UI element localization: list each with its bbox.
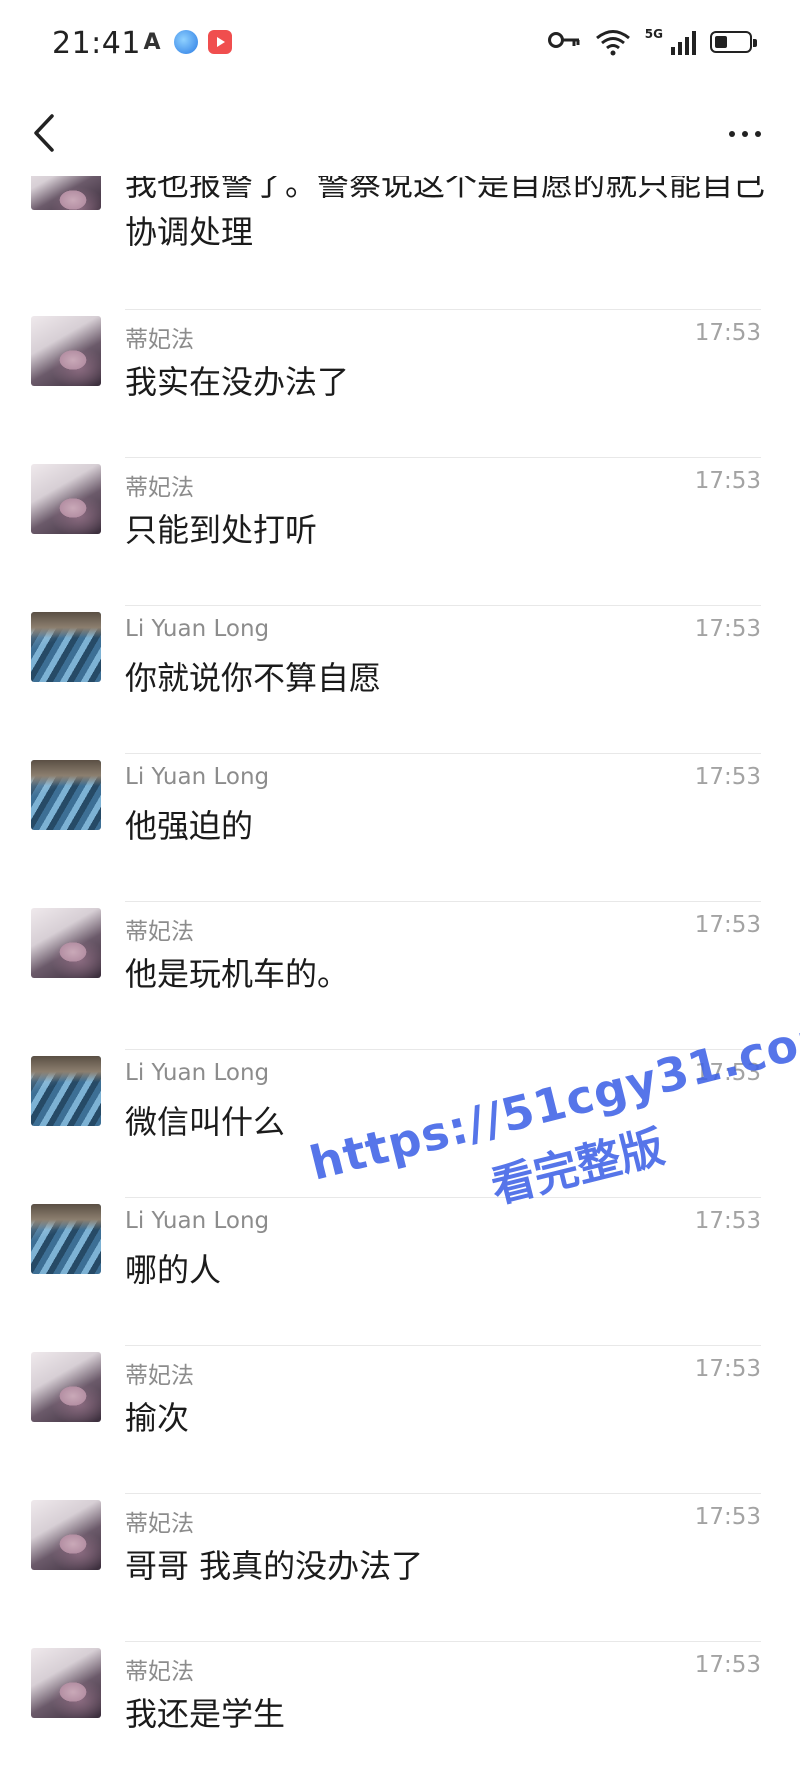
message-text: 我实在没办法了: [125, 363, 350, 401]
status-bar: 21:41 A 5G: [0, 0, 800, 92]
message-time: 17:53: [694, 1060, 761, 1086]
message-item: Li Yuan Long 17:53 你就说你不算自愿: [0, 606, 800, 754]
key-icon: [547, 28, 581, 56]
battery-icon: [710, 31, 757, 53]
avatar[interactable]: [31, 760, 101, 830]
message-text: 只能到处打听: [125, 511, 318, 549]
avatar[interactable]: [31, 1056, 101, 1126]
avatar[interactable]: [31, 1500, 101, 1570]
message-item: Li Yuan Long 17:53 微信叫什么: [0, 1050, 800, 1198]
system-icons: 5G: [547, 27, 757, 56]
message-item: Li Yuan Long 17:53 他强迫的: [0, 754, 800, 902]
status-time: 21:41: [52, 26, 141, 61]
message-item: 蒂妃法 17:53 他是玩机车的。: [0, 902, 800, 1050]
message-time: 17:53: [694, 616, 761, 642]
network-type-label: 5G: [644, 27, 663, 41]
more-dots-icon: [729, 131, 735, 137]
message-time: 17:53: [694, 1652, 761, 1678]
more-button[interactable]: [720, 112, 770, 156]
message-text: 我也报警了。警察说这个是自愿的就只能自己协调处理: [125, 176, 766, 251]
message-time: 17:53: [694, 1504, 761, 1530]
cell-signal-icon: [671, 29, 696, 55]
message-time: 17:53: [694, 1356, 761, 1382]
sender-name: 蒂妃法: [125, 475, 194, 501]
message-item: 蒂妃法 17:53 揄次: [0, 1346, 800, 1494]
video-app-icon: [208, 30, 232, 54]
avatar[interactable]: [31, 1648, 101, 1718]
avatar[interactable]: [31, 1204, 101, 1274]
sender-name: 蒂妃法: [125, 1659, 194, 1685]
chevron-left-icon: [34, 114, 54, 152]
message-text: 他是玩机车的。: [125, 955, 350, 993]
message-time: 17:53: [694, 320, 761, 346]
avatar[interactable]: [31, 176, 101, 210]
sender-name: Li Yuan Long: [125, 1208, 270, 1234]
avatar[interactable]: [31, 612, 101, 682]
sender-name: Li Yuan Long: [125, 764, 270, 790]
message-text: 微信叫什么: [125, 1103, 286, 1141]
sender-name: 蒂妃法: [125, 1363, 194, 1389]
message-item: 蒂妃法 17:53 我还是学生: [0, 1642, 800, 1787]
avatar[interactable]: [31, 908, 101, 978]
message-item: 蒂妃法 17:53 我实在没办法了: [0, 310, 800, 458]
message-text: 揄次: [125, 1399, 190, 1437]
message-text: 哪的人: [125, 1251, 222, 1289]
message-text: 你就说你不算自愿: [125, 659, 382, 697]
message-time: 17:53: [694, 1208, 761, 1234]
avatar[interactable]: [31, 316, 101, 386]
message-time: 17:53: [694, 764, 761, 790]
sender-name: Li Yuan Long: [125, 616, 270, 642]
avatar[interactable]: [31, 464, 101, 534]
a-app-icon: A: [143, 29, 161, 55]
message-item: Li Yuan Long 17:53 哪的人: [0, 1198, 800, 1346]
sender-name: Li Yuan Long: [125, 1060, 270, 1086]
browser-app-icon: [174, 30, 198, 54]
sender-name: 蒂妃法: [125, 327, 194, 353]
message-time: 17:53: [694, 468, 761, 494]
message-text: 他强迫的: [125, 807, 254, 845]
message-item: 蒂妃法 17:53 只能到处打听: [0, 458, 800, 606]
message-item: 我也报警了。警察说这个是自愿的就只能自己协调处理: [0, 176, 800, 310]
wifi-icon: [595, 28, 631, 56]
message-time: 17:53: [694, 912, 761, 938]
sender-name: 蒂妃法: [125, 1511, 194, 1537]
message-text: 哥哥 我真的没办法了: [125, 1547, 424, 1585]
message-list[interactable]: 我也报警了。警察说这个是自愿的就只能自己协调处理 蒂妃法 17:53 我实在没办…: [0, 176, 800, 1787]
sender-name: 蒂妃法: [125, 919, 194, 945]
avatar[interactable]: [31, 1352, 101, 1422]
notification-icons: A: [140, 29, 232, 55]
back-button[interactable]: [26, 108, 74, 158]
message-item: 蒂妃法 17:53 哥哥 我真的没办法了: [0, 1494, 800, 1642]
message-text: 我还是学生: [125, 1695, 286, 1733]
chat-navbar: [0, 92, 800, 176]
